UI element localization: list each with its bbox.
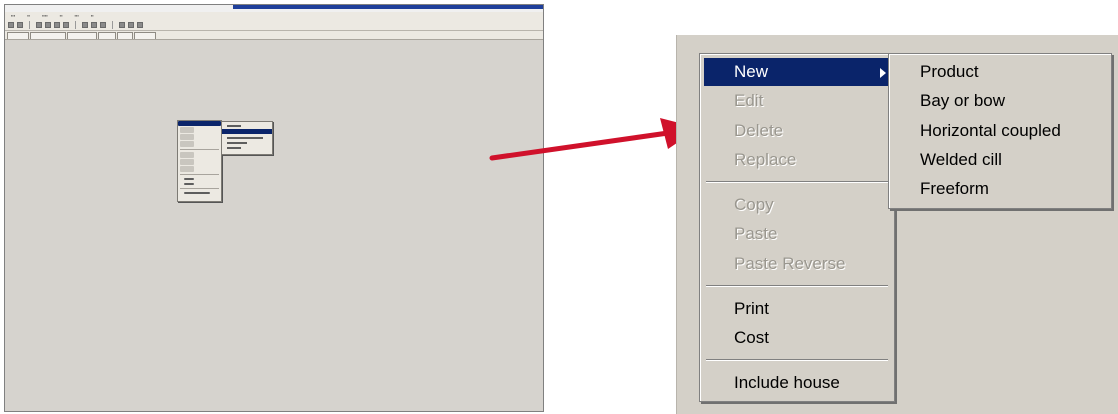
menu-bar-item[interactable]: ▪▪▪ [11, 12, 15, 20]
submenu-item-label: Welded cill [920, 150, 1002, 169]
mini-submenu [221, 121, 273, 155]
toolbar-button[interactable] [119, 22, 125, 28]
submenu-item-label: Bay or bow [920, 91, 1006, 110]
submenu-item-horizontal-coupled[interactable]: Horizontal coupled [893, 117, 1107, 145]
menu-item-replace: Replace [704, 146, 890, 174]
menu-item-label: New [734, 62, 769, 81]
toolbar-button[interactable] [137, 22, 143, 28]
submenu-item-label: Freeform [920, 179, 989, 198]
drawing-canvas[interactable] [5, 41, 543, 411]
menu-item-paste-reverse: Paste Reverse [704, 250, 890, 278]
menu-bar-item[interactable]: ▪▪▪▪ [42, 12, 48, 20]
mini-submenu-item[interactable] [227, 125, 241, 127]
toolbar-button[interactable] [17, 22, 23, 28]
menu-item-label: Cost [734, 328, 769, 347]
title-bar [5, 5, 543, 12]
mini-menu-item [180, 166, 194, 172]
toolbar-button[interactable] [100, 22, 106, 28]
submenu-item-freeform[interactable]: Freeform [893, 175, 1107, 203]
document-tabs [5, 31, 543, 40]
mini-menu-separator [180, 188, 219, 189]
menu-separator [706, 285, 888, 287]
document-tab[interactable] [117, 32, 133, 39]
toolbar-button[interactable] [8, 22, 14, 28]
menu-bar-item[interactable]: ▪▪ [91, 12, 94, 20]
menu-bar-item[interactable]: ▪▪ [27, 12, 30, 20]
menu-item-label: Edit [734, 91, 764, 110]
document-tab[interactable] [30, 32, 66, 39]
submenu-item-bay-or-bow[interactable]: Bay or bow [893, 87, 1107, 115]
menu-item-cost[interactable]: Cost [704, 324, 890, 352]
mini-menu-item [180, 152, 194, 158]
mini-menu-item-new[interactable] [178, 121, 221, 126]
toolbar-separator [29, 21, 30, 29]
menu-item-new[interactable]: New [704, 58, 890, 86]
mini-submenu-item[interactable] [227, 142, 247, 144]
submenu-item-welded-cill[interactable]: Welded cill [893, 146, 1107, 174]
red-pointer-arrow-icon [489, 118, 699, 161]
toolbar-button[interactable] [54, 22, 60, 28]
menu-item-edit: Edit [704, 87, 890, 115]
toolbar-button[interactable] [128, 22, 134, 28]
mini-submenu-item[interactable] [227, 147, 241, 149]
submenu-item-product[interactable]: Product [893, 58, 1107, 86]
mini-menu-separator [180, 174, 219, 175]
toolbar-button[interactable] [91, 22, 97, 28]
menu-item-include-house[interactable]: Include house [704, 369, 890, 397]
menu-item-delete: Delete [704, 117, 890, 145]
document-tab[interactable] [67, 32, 97, 39]
mini-menu-item [180, 127, 194, 133]
context-menu: New Edit Delete Replace Copy Paste Paste… [699, 53, 895, 402]
toolbar-separator [112, 21, 113, 29]
menu-separator [706, 181, 888, 183]
mini-submenu-item[interactable] [227, 137, 263, 139]
menu-item-label: Paste Reverse [734, 254, 846, 273]
mini-menu-item [180, 159, 194, 165]
document-tab[interactable] [98, 32, 116, 39]
document-tab[interactable] [7, 32, 29, 39]
submenu-item-label: Product [920, 62, 979, 81]
triangle-right-icon [880, 68, 886, 78]
menu-item-label: Include house [734, 373, 840, 392]
mini-menu-separator [180, 149, 219, 150]
toolbar-button[interactable] [45, 22, 51, 28]
mini-context-menu [177, 120, 222, 202]
document-tab[interactable] [134, 32, 156, 39]
menu-separator [706, 359, 888, 361]
menu-item-label: Replace [734, 150, 797, 169]
menu-item-copy: Copy [704, 191, 890, 219]
toolbar-separator [75, 21, 76, 29]
submenu-item-label: Horizontal coupled [920, 121, 1061, 140]
menu-item-label: Delete [734, 121, 784, 140]
menu-item-label: Copy [734, 195, 774, 214]
menu-item-label: Print [734, 299, 769, 318]
toolbar-button[interactable] [82, 22, 88, 28]
toolbar-button[interactable] [36, 22, 42, 28]
menu-item-paste: Paste [704, 220, 890, 248]
toolbar-button[interactable] [63, 22, 69, 28]
menu-bar[interactable]: ▪▪▪ ▪▪ ▪▪▪▪ ▪▪ ▪▪▪ ▪▪ [5, 12, 543, 20]
mini-submenu-item[interactable] [222, 129, 272, 134]
menu-item-label: Paste [734, 224, 778, 243]
mini-menu-item[interactable] [184, 178, 194, 180]
app-window-thumbnail: ▪▪▪ ▪▪ ▪▪▪▪ ▪▪ ▪▪▪ ▪▪ [4, 4, 544, 412]
title-bar-accent [233, 5, 543, 9]
mini-menu-item [180, 134, 194, 140]
menu-bar-item[interactable]: ▪▪ [60, 12, 63, 20]
toolbar [5, 20, 543, 31]
menu-item-print[interactable]: Print [704, 295, 890, 323]
menu-bar-item[interactable]: ▪▪▪ [75, 12, 79, 20]
mini-menu-item[interactable] [184, 192, 210, 194]
new-submenu: Product Bay or bow Horizontal coupled We… [888, 53, 1112, 209]
mini-menu-item[interactable] [184, 183, 194, 185]
mini-menu-item [180, 141, 194, 147]
